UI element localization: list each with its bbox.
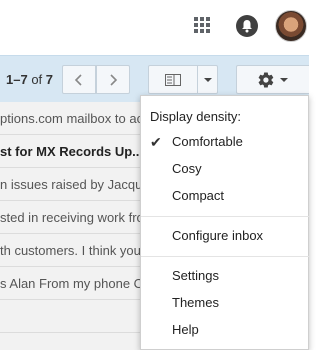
settings-button[interactable] [236, 65, 309, 94]
configure-inbox-item[interactable]: Configure inbox [141, 223, 309, 249]
caret-down-icon [280, 77, 288, 82]
menu-divider [141, 216, 309, 217]
caret-down-icon [203, 77, 212, 82]
account-avatar[interactable] [275, 10, 307, 42]
chevron-left-icon [74, 73, 82, 86]
density-cosy-option[interactable]: Cosy [141, 156, 309, 182]
pagination-range: 1–7 [6, 72, 28, 87]
menu-item-label: Themes [172, 295, 219, 310]
split-pane-button[interactable] [149, 66, 197, 93]
email-snippet: n issues raised by Jacqui [0, 177, 146, 192]
checkmark-icon: ✔ [150, 134, 162, 150]
older-button[interactable] [62, 65, 96, 94]
menu-item-label: Cosy [172, 161, 202, 176]
gear-icon [258, 71, 274, 88]
density-comfortable-option[interactable]: ✔ Comfortable [141, 129, 309, 155]
chevron-right-icon [110, 73, 118, 86]
email-snippet: sted in receiving work fro [0, 210, 144, 225]
email-snippet: ptions.com mailbox to ac [0, 111, 144, 126]
apps-grid-icon[interactable] [194, 17, 210, 33]
notifications-icon[interactable] [236, 15, 258, 37]
settings-menu: Display density: ✔ Comfortable Cosy Comp… [140, 95, 309, 350]
settings-item[interactable]: Settings [141, 263, 309, 289]
split-pane-icon [165, 73, 181, 86]
split-pane-dropdown[interactable] [197, 66, 217, 93]
top-bar [0, 0, 309, 55]
density-header: Display density: [150, 109, 242, 124]
pagination-count: 1–7 of 7 [6, 72, 53, 87]
email-snippet: st for MX Records Up... [0, 144, 144, 159]
email-snippet: th customers. I think you [0, 243, 141, 258]
help-item[interactable]: Help [141, 317, 309, 343]
menu-divider [141, 256, 309, 257]
menu-item-label: Settings [172, 268, 219, 283]
split-pane-toggle [148, 65, 218, 94]
density-compact-option[interactable]: Compact [141, 183, 309, 209]
email-snippet: s Alan From my phone O [0, 276, 144, 291]
menu-item-label: Help [172, 322, 199, 337]
menu-item-label: Comfortable [172, 134, 243, 149]
menu-item-label: Configure inbox [172, 228, 264, 243]
themes-item[interactable]: Themes [141, 290, 309, 316]
menu-item-label: Compact [172, 188, 225, 203]
pagination-of-label: of [31, 72, 43, 87]
pagination-total: 7 [45, 72, 54, 87]
newer-button[interactable] [96, 65, 130, 94]
